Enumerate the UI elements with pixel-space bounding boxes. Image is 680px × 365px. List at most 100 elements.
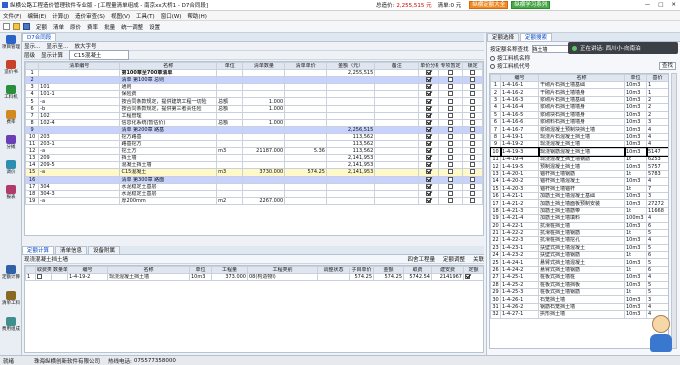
- toolbar-bill[interactable]: 清单: [53, 23, 64, 31]
- sidebar-item-quota-calc[interactable]: 定额计算: [2, 265, 20, 280]
- menu-edit[interactable]: 编辑(E): [27, 12, 46, 20]
- sidebar-item-bill-materials[interactable]: 清单工料: [2, 291, 20, 306]
- row-checkbox[interactable]: [448, 177, 454, 182]
- menu-view[interactable]: 视图(V): [111, 12, 130, 20]
- fee-checkbox[interactable]: [37, 274, 42, 280]
- row-checkbox[interactable]: [448, 148, 454, 154]
- row-checkbox[interactable]: [470, 141, 476, 147]
- row-checkbox[interactable]: [426, 91, 432, 97]
- quota-result-row[interactable]: 24 1-4-23-2 扶壁式挡土墙钢筋 1t 6: [490, 251, 668, 260]
- row-checkbox[interactable]: [426, 184, 432, 189]
- sidebar-item-reports[interactable]: 报表: [2, 185, 20, 200]
- row-checkbox[interactable]: [448, 169, 454, 175]
- round-qty-checkbox[interactable]: 四舍工程量: [407, 255, 435, 263]
- column-header[interactable]: 单位: [216, 62, 244, 71]
- row-checkbox[interactable]: [426, 162, 432, 168]
- row-checkbox[interactable]: [448, 98, 454, 104]
- sidebar-item-allocation[interactable]: 分摊: [2, 135, 20, 150]
- column-header[interactable]: 名称: [119, 62, 218, 71]
- row-checkbox[interactable]: [426, 84, 432, 90]
- bill-row[interactable]: 13 209 挡土墙 2,141,953: [25, 154, 483, 163]
- toolbar-settings[interactable]: 设置: [149, 23, 160, 31]
- quota-result-row[interactable]: 31 1-4-26-2 钢筋石笼挡土墙 10m3 4: [490, 302, 668, 312]
- row-checkbox[interactable]: [448, 84, 454, 90]
- row-checkbox[interactable]: [426, 77, 432, 83]
- column-header[interactable]: 工程量: [211, 266, 248, 275]
- column-header[interactable]: 金额: [373, 266, 404, 275]
- row-checkbox[interactable]: [470, 134, 476, 139]
- row-checkbox[interactable]: [448, 191, 454, 196]
- radio-by-name[interactable]: [490, 55, 495, 61]
- bill-row[interactable]: 5 -a 按合同条款规定，提供建筑工程一切险 总额 1.000: [25, 97, 483, 106]
- quota-result-row[interactable]: 4 1-4-16-4 浆砌片石挡土墙墙身 10m3 2: [490, 103, 668, 112]
- row-checkbox[interactable]: [470, 70, 476, 76]
- row-checkbox[interactable]: [426, 191, 432, 196]
- row-checkbox[interactable]: [470, 106, 476, 111]
- tab-equipment[interactable]: 设备附属: [88, 246, 121, 254]
- row-checkbox[interactable]: [448, 198, 454, 203]
- row-checkbox[interactable]: [426, 106, 432, 111]
- quota-result-row[interactable]: 32 1-4-27-1 拱形挡土墙 10m3 4: [490, 310, 668, 319]
- column-header[interactable]: 清单数量: [242, 62, 286, 71]
- column-header[interactable]: 取费类别: [35, 266, 52, 275]
- row-checkbox[interactable]: [448, 120, 454, 125]
- row-checkbox[interactable]: [426, 148, 432, 154]
- row-checkbox[interactable]: [448, 113, 454, 118]
- learning-series-button[interactable]: 纵横学习系列: [511, 1, 551, 9]
- quota-result-row[interactable]: 11 1-4-19-4 现浇混凝土挡土墙钢筋 1t 6253: [490, 154, 668, 164]
- tab-quota-select[interactable]: 定额选择: [487, 33, 520, 41]
- doc-tab[interactable]: D7合同段: [22, 33, 57, 41]
- column-header[interactable]: [490, 74, 501, 83]
- row-checkbox[interactable]: [426, 127, 432, 132]
- quota-result-row[interactable]: 19 1-4-21-4 加筋土挡土墙填料 100m3 4: [490, 214, 668, 223]
- bill-row[interactable]: 10 203 挖方路基 113,562: [25, 132, 483, 142]
- row-checkbox[interactable]: [470, 120, 476, 125]
- row-checkbox[interactable]: [448, 127, 454, 132]
- link-button[interactable]: 关联: [473, 255, 484, 263]
- row-checkbox[interactable]: [470, 198, 476, 203]
- column-header[interactable]: 名称: [107, 266, 190, 275]
- quota-result-row[interactable]: 17 1-4-21-2 加筋土挡土墙面板预制安装 10m3 27272: [490, 199, 668, 208]
- row-checkbox[interactable]: [426, 120, 432, 125]
- row-checkbox[interactable]: [470, 155, 476, 161]
- bill-row[interactable]: 12 -a 挖土方 m3 21187.000 5.36 113,562: [25, 147, 483, 156]
- row-checkbox[interactable]: [448, 141, 454, 147]
- row-checkbox[interactable]: [426, 141, 432, 147]
- row-checkbox[interactable]: [426, 70, 432, 76]
- quota-result-row[interactable]: 3 1-4-16-3 浆砌片石挡土墙基础 10m3 2: [490, 95, 668, 105]
- bill-row[interactable]: 11 203-1 路基挖方 113,562: [25, 140, 483, 149]
- menu-calc[interactable]: 计算(J): [52, 12, 69, 20]
- bill-row[interactable]: 3 101 通则: [25, 83, 483, 92]
- quota-result-row[interactable]: 8 1-4-19-1 现浇片石混凝土挡土墙 10m3 4: [490, 132, 668, 142]
- quota-result-row[interactable]: 1 1-4-16-1 干砌片石挡土墙基础 10m3 1: [490, 81, 668, 90]
- sidebar-item-project[interactable]: 项目管理: [2, 35, 20, 50]
- quota-checkbox[interactable]: [465, 274, 470, 280]
- menu-review[interactable]: 造价审查(S): [75, 12, 105, 20]
- vertical-scrollbar[interactable]: [671, 73, 677, 349]
- bill-row[interactable]: 7 102 工程管理: [25, 111, 483, 120]
- current-item-field[interactable]: C15混凝土: [69, 50, 130, 60]
- column-header[interactable]: 数量单价: [51, 266, 68, 275]
- close-icon[interactable]: ✕: [667, 2, 680, 8]
- row-checkbox[interactable]: [426, 169, 432, 175]
- column-header[interactable]: 单位: [189, 266, 212, 275]
- column-header[interactable]: 取费: [403, 266, 432, 275]
- bill-row[interactable]: 4 101-1 保险费: [25, 90, 483, 99]
- quota-result-row[interactable]: 25 1-4-24-1 悬臂式挡土墙混凝土 10m3 5: [490, 258, 668, 267]
- column-header[interactable]: 编号: [500, 74, 539, 83]
- quota-result-row[interactable]: 29 1-4-25-3 桩板式挡土墙钢筋 1t 5: [490, 288, 668, 297]
- row-checkbox[interactable]: [448, 106, 454, 111]
- toolbar-adjust[interactable]: 统一调整: [121, 23, 143, 31]
- toolbar-price[interactable]: 原价: [70, 23, 81, 31]
- bill-row[interactable]: 8 102-4 信息化系统(暂估价) 总额 1.000: [25, 118, 483, 127]
- toolbar-save-icon[interactable]: [23, 23, 30, 30]
- row-checkbox[interactable]: [470, 77, 476, 83]
- row-checkbox[interactable]: [470, 127, 476, 132]
- row-checkbox[interactable]: [470, 162, 476, 168]
- column-header[interactable]: 名称: [538, 74, 625, 83]
- row-checkbox[interactable]: [448, 134, 454, 139]
- bill-row[interactable]: 16 清单 第300章 路面: [25, 175, 483, 184]
- tab-quota-search[interactable]: 定额搜索: [520, 33, 553, 41]
- quota-result-row[interactable]: 22 1-4-22-3 抗滑桩挡土墙挖孔 10m3 4: [490, 236, 668, 245]
- sidebar-item-cost-book[interactable]: 造价书: [2, 60, 20, 75]
